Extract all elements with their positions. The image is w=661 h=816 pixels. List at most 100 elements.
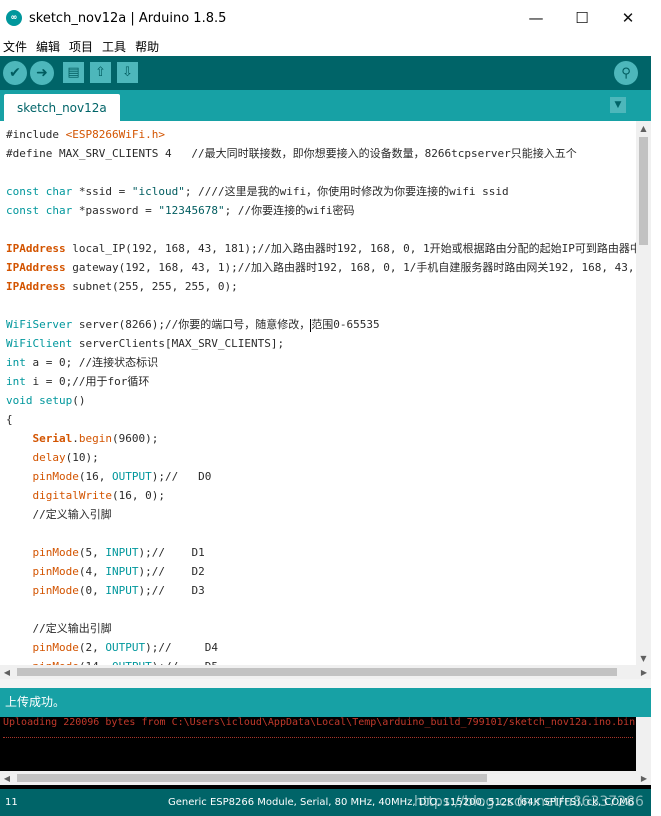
code-line: delay(10); bbox=[6, 448, 636, 467]
code-line: WiFiServer server(8266);//你要的端口号，随意修改，范围… bbox=[6, 315, 636, 334]
code-token: WiFiServer bbox=[6, 318, 73, 331]
code-token: subnet(255, 255, 255, 0); bbox=[65, 280, 238, 293]
code-token: (5, bbox=[78, 546, 106, 559]
code-line: pinMode(14, OUTPUT);// D5 bbox=[6, 657, 636, 665]
verify-button[interactable]: ✔ bbox=[3, 61, 27, 85]
new-button[interactable]: ▤ bbox=[63, 62, 84, 83]
scroll-thumb[interactable] bbox=[639, 137, 648, 245]
code-token: IPAddress bbox=[6, 261, 66, 274]
scroll-thumb[interactable] bbox=[17, 774, 487, 782]
arrow-right-icon: ➜ bbox=[36, 65, 48, 81]
code-token: //定义输入引脚 bbox=[6, 508, 112, 521]
console-progress-dots bbox=[3, 737, 633, 738]
console-vertical-scrollbar[interactable] bbox=[636, 717, 651, 771]
open-button[interactable]: ⇧ bbox=[90, 62, 111, 83]
scroll-right-icon[interactable]: ▶ bbox=[637, 665, 651, 679]
code-token: a = 0; //连接状态标识 bbox=[25, 356, 159, 369]
code-token: ; //你要连接的wifi密码 bbox=[224, 204, 355, 217]
code-token: (4, bbox=[78, 565, 106, 578]
code-token: { bbox=[6, 413, 13, 426]
menu-help[interactable]: 帮助 bbox=[132, 38, 164, 55]
code-token: i = 0;//用于for循环 bbox=[25, 375, 150, 388]
scroll-down-icon[interactable]: ▼ bbox=[636, 651, 651, 665]
code-token: pinMode bbox=[32, 546, 79, 559]
code-token: pinMode bbox=[32, 470, 79, 483]
code-token: Serial bbox=[32, 432, 73, 445]
scroll-thumb[interactable] bbox=[17, 668, 617, 676]
editor-horizontal-scrollbar[interactable]: ◀ ▶ bbox=[0, 665, 651, 679]
new-file-icon: ▤ bbox=[67, 65, 80, 80]
code-token: (2, bbox=[78, 641, 106, 654]
code-token: ; ////这里是我的wifi，你使用时修改为你要连接的wifi ssid bbox=[184, 185, 509, 198]
code-token: pinMode bbox=[32, 565, 79, 578]
code-token: void bbox=[6, 394, 33, 407]
code-token: #define MAX_SRV_CLIENTS 4 //最大同时联接数，即你想要… bbox=[6, 147, 577, 160]
minimize-button[interactable]: — bbox=[513, 0, 559, 36]
console-output[interactable]: Uploading 220096 bytes from C:\Users\icl… bbox=[0, 717, 636, 771]
watermark: https://blog.csdn.net/u86337286 bbox=[414, 794, 644, 810]
arduino-window: ∞ sketch_nov12a | Arduino 1.8.5 — ☐ ✕ 文件… bbox=[0, 0, 651, 816]
code-token: );// D4 bbox=[145, 641, 218, 654]
console-horizontal-scrollbar[interactable]: ◀ ▶ bbox=[0, 771, 651, 785]
window-controls: — ☐ ✕ bbox=[513, 0, 651, 36]
arduino-logo-icon: ∞ bbox=[6, 10, 22, 26]
tab-sketch[interactable]: sketch_nov12a bbox=[4, 94, 120, 121]
tab-bar: sketch_nov12a ▼ bbox=[0, 90, 651, 121]
magnifier-icon: ⚲ bbox=[621, 65, 631, 81]
arrow-up-icon: ⇧ bbox=[95, 65, 106, 80]
code-token: INPUT bbox=[105, 546, 139, 559]
code-token: *password = bbox=[72, 204, 159, 217]
code-line: pinMode(4, INPUT);// D2 bbox=[6, 562, 636, 581]
code-line: pinMode(16, OUTPUT);// D0 bbox=[6, 467, 636, 486]
panel-divider[interactable] bbox=[0, 679, 651, 688]
menu-tools[interactable]: 工具 bbox=[99, 38, 131, 55]
editor-vertical-scrollbar[interactable]: ▲ ▼ bbox=[636, 121, 651, 665]
code-line: pinMode(5, INPUT);// D1 bbox=[6, 543, 636, 562]
code-lines: #include <ESP8266WiFi.h> #define MAX_SRV_… bbox=[6, 125, 636, 665]
code-token: );// D2 bbox=[138, 565, 205, 578]
scroll-right-icon[interactable]: ▶ bbox=[637, 771, 651, 785]
code-line: //定义输入引脚 bbox=[6, 505, 636, 524]
status-message: 上传成功。 bbox=[0, 688, 651, 717]
status-bar: 11 Generic ESP8266 Module, Serial, 80 MH… bbox=[0, 789, 651, 816]
code-line: { bbox=[6, 410, 636, 429]
scroll-left-icon[interactable]: ◀ bbox=[0, 771, 14, 785]
menu-sketch[interactable]: 项目 bbox=[66, 38, 98, 55]
code-token: const bbox=[6, 204, 40, 217]
code-token: 范围0-65535 bbox=[311, 318, 380, 331]
code-line: int i = 0;//用于for循环 bbox=[6, 372, 636, 391]
code-token: . bbox=[72, 432, 79, 445]
code-editor[interactable]: #include <ESP8266WiFi.h> #define MAX_SRV_… bbox=[0, 121, 636, 665]
code-line: WiFiClient serverClients[MAX_SRV_CLIENTS… bbox=[6, 334, 636, 353]
code-token: "icloud" bbox=[131, 185, 185, 198]
serial-monitor-button[interactable]: ⚲ bbox=[614, 61, 638, 85]
code-token: () bbox=[72, 394, 86, 407]
menu-edit[interactable]: 编辑 bbox=[33, 38, 65, 55]
arrow-down-icon: ⇩ bbox=[122, 65, 133, 80]
code-token: digitalWrite bbox=[32, 489, 112, 502]
save-button[interactable]: ⇩ bbox=[117, 62, 138, 83]
code-line: digitalWrite(16, 0); bbox=[6, 486, 636, 505]
code-line: IPAddress local_IP(192, 168, 43, 181);//… bbox=[6, 239, 636, 258]
scroll-left-icon[interactable]: ◀ bbox=[0, 665, 14, 679]
code-line: //定义输出引脚 bbox=[6, 619, 636, 638]
code-token: WiFiClient bbox=[6, 337, 73, 350]
close-button[interactable]: ✕ bbox=[605, 0, 651, 36]
menu-file[interactable]: 文件 bbox=[0, 38, 32, 55]
code-token: server(8266);//你要的端口号，随意修改， bbox=[72, 318, 311, 331]
upload-button[interactable]: ➜ bbox=[30, 61, 54, 85]
code-token: IPAddress bbox=[6, 242, 66, 255]
tab-menu-button[interactable]: ▼ bbox=[610, 97, 626, 113]
scroll-up-icon[interactable]: ▲ bbox=[636, 121, 651, 135]
maximize-button[interactable]: ☐ bbox=[559, 0, 605, 36]
code-token: gateway(192, 168, 43, 1);//加入路由器时192, 16… bbox=[65, 261, 636, 274]
menu-bar: 文件 编辑 项目 工具 帮助 bbox=[0, 36, 651, 56]
line-number: 11 bbox=[5, 797, 18, 808]
